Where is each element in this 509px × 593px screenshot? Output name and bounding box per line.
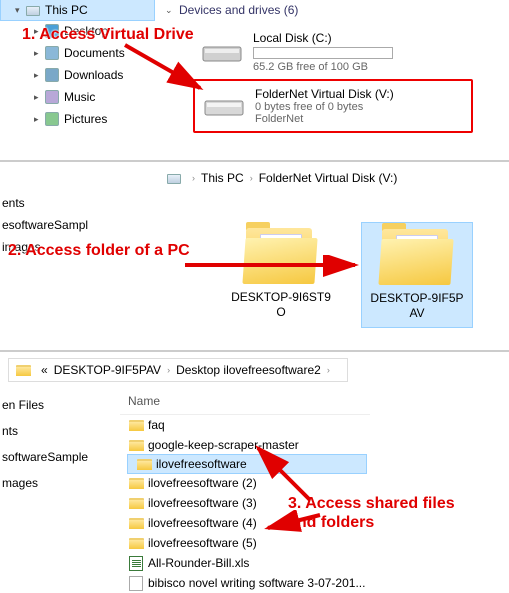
chevron-right-icon: › [167,365,170,375]
chevron-right-icon: ▸ [34,70,44,81]
chevron-right-icon: ▸ [34,92,44,103]
drive-icon [203,92,245,120]
tree-this-pc[interactable]: ▾ This PC [0,0,155,21]
panel-shared-folder: « DESKTOP-9IF5PAV › Desktop ilovefreesof… [0,350,509,585]
chevron-down-icon: ⌄ [165,5,175,16]
tree-item[interactable]: mages [0,470,115,496]
drive-name: FolderNet Virtual Disk (V:) [255,87,394,101]
folder-icon [128,475,144,491]
list-item[interactable]: ilovefreesoftware (5) [120,533,370,553]
capacity-bar [253,47,393,59]
column-header-name[interactable]: Name [120,392,370,415]
file-name: faq [148,418,165,432]
list-item[interactable]: All-Rounder-Bill.xls [120,553,370,573]
chevron-right-icon: ▸ [34,114,44,125]
folder-icon [128,515,144,531]
folder-desktop-9if5pav[interactable]: DESKTOP-9IF5PAV [361,222,473,328]
drive-sub: 65.2 GB free of 100 GB [253,61,393,73]
breadcrumb[interactable]: « DESKTOP-9IF5PAV › Desktop ilovefreesof… [8,358,348,382]
breadcrumb-overflow[interactable]: « [41,363,48,377]
documents-icon [44,45,60,61]
tree-documents[interactable]: ▸ Documents [0,42,155,64]
annotation-1: 1. Access Virtual Drive [22,26,194,44]
chevron-right-icon: ▸ [34,48,44,59]
breadcrumb[interactable]: › This PC › FolderNet Virtual Disk (V:) [160,168,403,188]
music-icon [44,89,60,105]
list-item[interactable]: faq [120,415,370,435]
file-name: bibisco novel writing software 3-07-201.… [148,576,365,590]
xls-icon [128,555,144,571]
tree-downloads[interactable]: ▸ Downloads [0,64,155,86]
annotation-2: 2. Access folder of a PC [8,242,190,260]
pictures-icon [44,111,60,127]
devices-header-text: Devices and drives (6) [179,3,298,17]
folder-icon [128,535,144,551]
pc-icon [25,2,41,18]
tree-music[interactable]: ▸ Music [0,86,155,108]
breadcrumb-item[interactable]: DESKTOP-9IF5PAV [54,363,161,377]
folder-icon [128,417,144,433]
tree-item[interactable]: ents [0,192,155,214]
drive-sub2: FolderNet [255,113,394,125]
panel-devices: ▾ This PC ▸ Desktop ▸ Documents ▸ Downlo… [0,0,509,155]
file-list: Name faq google-keep-scraper-master ilov… [120,392,370,593]
breadcrumb-item[interactable]: FolderNet Virtual Disk (V:) [259,171,398,185]
folder-desktop-9i6st9o[interactable]: DESKTOP-9I6ST9O [225,222,337,328]
file-name: ilovefreesoftware (4) [148,516,257,530]
file-name: google-keep-scraper-master [148,438,299,452]
folder-icon [136,456,152,472]
folder-name: DESKTOP-9I6ST9O [231,290,331,320]
tree-item[interactable]: softwareSample [0,444,115,470]
breadcrumb-item[interactable]: This PC [201,171,244,185]
folder-icon [15,362,31,378]
drive-foldernet-virtual[interactable]: FolderNet Virtual Disk (V:) 0 bytes free… [193,79,473,133]
chevron-right-icon: › [192,173,195,183]
drive-name: Local Disk (C:) [253,31,393,45]
drive-icon [201,38,243,66]
downloads-icon [44,67,60,83]
file-name: ilovefreesoftware (5) [148,536,257,550]
list-item[interactable]: ilovefreesoftware (2) [120,473,370,493]
list-item[interactable]: ilovefreesoftware [127,454,367,474]
devices-section: ⌄ Devices and drives (6) Local Disk (C:)… [161,0,501,133]
folder-icon [378,229,456,287]
annotation-3: 3. Access shared files and folders [288,494,478,532]
chevron-right-icon: › [250,173,253,183]
tree-label: This PC [45,3,88,17]
folder-icon [128,495,144,511]
nav-tree: ▾ This PC ▸ Desktop ▸ Documents ▸ Downlo… [0,0,155,130]
file-name: ilovefreesoftware (3) [148,496,257,510]
folder-name: DESKTOP-9IF5PAV [368,291,466,321]
list-item[interactable]: google-keep-scraper-master [120,435,370,455]
document-icon [128,575,144,591]
folder-icon [128,437,144,453]
breadcrumb-item[interactable]: Desktop ilovefreesoftware2 [176,363,321,377]
pc-icon [166,170,182,186]
list-item[interactable]: bibisco novel writing software 3-07-201.… [120,573,370,593]
nav-tree-partial: en Files nts softwareSample mages [0,392,115,496]
tree-label: Pictures [64,112,107,126]
tree-pictures[interactable]: ▸ Pictures [0,108,155,130]
tree-item[interactable]: en Files [0,392,115,418]
drive-local-c[interactable]: Local Disk (C:) 65.2 GB free of 100 GB [193,25,473,79]
tree-item[interactable]: nts [0,418,115,444]
file-name: ilovefreesoftware (2) [148,476,257,490]
drive-sub: 0 bytes free of 0 bytes [255,101,394,113]
chevron-right-icon: › [327,365,330,375]
file-name: ilovefreesoftware [156,457,247,471]
folder-icon [242,228,320,286]
tree-label: Documents [64,46,125,60]
file-name: All-Rounder-Bill.xls [148,556,249,570]
chevron-down-icon: ▾ [15,5,25,16]
tree-item[interactable]: esoftwareSampl [0,214,155,236]
tree-label: Downloads [64,68,123,82]
tree-label: Music [64,90,95,104]
devices-header[interactable]: ⌄ Devices and drives (6) [161,0,501,25]
folder-grid: DESKTOP-9I6ST9O DESKTOP-9IF5PAV [225,222,473,328]
